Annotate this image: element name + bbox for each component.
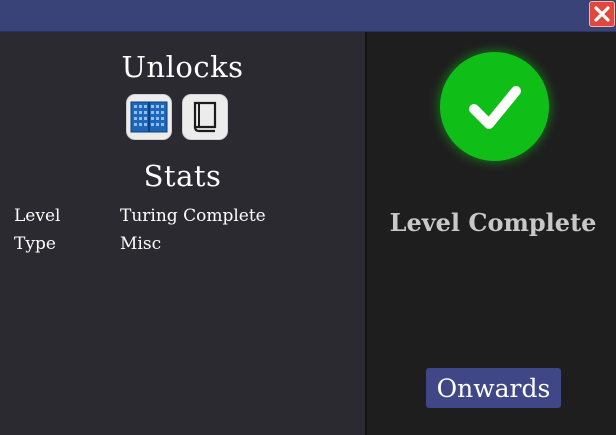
success-badge: [440, 52, 549, 161]
stats-key: Type: [14, 234, 56, 254]
stats-table: Level Turing Complete Type Misc: [14, 202, 266, 258]
notebook-icon: [193, 101, 217, 133]
onwards-button[interactable]: Onwards: [426, 368, 561, 408]
level-complete-window: Unlocks Stats Level Turing Complete Type…: [0, 0, 616, 435]
close-x-icon: [594, 6, 610, 22]
stats-key: Level: [14, 206, 61, 226]
stats-value: Turing Complete: [120, 206, 266, 226]
level-complete-text: Level Complete: [389, 208, 597, 237]
close-button[interactable]: [589, 1, 615, 27]
unlock-item-notebook[interactable]: [182, 94, 228, 140]
result-panel: Level Complete Onwards: [367, 32, 616, 435]
stats-value: Misc: [120, 234, 162, 254]
stats-row-type: Type Misc: [14, 230, 266, 258]
stats-heading: Stats: [143, 159, 222, 193]
stats-row-level: Level Turing Complete: [14, 202, 266, 230]
unlocks-list: [126, 94, 228, 140]
checkmark-icon: [468, 85, 521, 129]
component-chip-icon: [130, 101, 168, 133]
unlock-item-component[interactable]: [126, 94, 172, 140]
title-bar: [0, 0, 616, 32]
unlocks-heading: Unlocks: [121, 50, 244, 84]
unlocks-stats-panel: Unlocks Stats Level Turing Complete Type…: [0, 32, 365, 435]
